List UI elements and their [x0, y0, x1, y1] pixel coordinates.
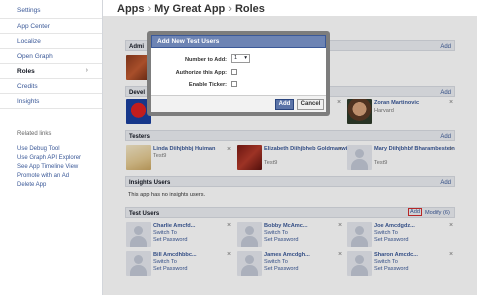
add-test-users-dialog: Add New Test Users Number to Add: 1 ▾ Aut…: [147, 31, 330, 116]
left-sidebar: Settings App Center Localize Open Graph …: [0, 0, 103, 295]
dialog-title: Add New Test Users: [151, 35, 326, 48]
dialog-footer: Add Cancel: [151, 95, 326, 112]
related-links-heading: Related links: [17, 131, 52, 137]
sidebar-item-roles[interactable]: Roles ›: [0, 63, 102, 78]
number-to-add-label: Number to Add:: [184, 57, 227, 63]
sidebar-item-localize[interactable]: Localize: [0, 33, 102, 48]
cancel-button[interactable]: Cancel: [297, 99, 324, 110]
sidebar-item-credits[interactable]: Credits: [0, 78, 102, 93]
number-to-add-select[interactable]: 1 ▾: [231, 54, 250, 63]
add-button[interactable]: Add: [275, 99, 294, 110]
authorize-app-checkbox[interactable]: [231, 69, 237, 75]
related-link-promote-ad[interactable]: Promote with an Ad: [17, 173, 69, 179]
related-link-timeline-view[interactable]: See App Timeline View: [17, 164, 78, 170]
page-title: Roles: [234, 3, 265, 15]
sidebar-item-insights[interactable]: Insights: [0, 93, 102, 109]
breadcrumb-apps[interactable]: Apps: [117, 3, 145, 15]
sidebar-item-settings[interactable]: Settings: [0, 3, 102, 18]
related-link-graph-explorer[interactable]: Use Graph API Explorer: [17, 155, 81, 161]
breadcrumb-app[interactable]: My Great App: [154, 3, 225, 15]
sidebar-item-app-center[interactable]: App Center: [0, 18, 102, 33]
dropdown-arrow-icon: ▾: [244, 55, 247, 61]
enable-ticker-label: Enable Ticker:: [188, 82, 227, 88]
related-link-delete-app[interactable]: Delete App: [17, 182, 46, 188]
breadcrumb: Apps › My Great App › Roles: [117, 3, 265, 15]
authorize-app-label: Authorize this App:: [175, 70, 227, 76]
related-link-debug-tool[interactable]: Use Debug Tool: [17, 146, 60, 152]
chevron-right-icon: ›: [85, 67, 88, 74]
enable-ticker-checkbox[interactable]: [231, 81, 237, 87]
sidebar-item-open-graph[interactable]: Open Graph: [0, 48, 102, 63]
